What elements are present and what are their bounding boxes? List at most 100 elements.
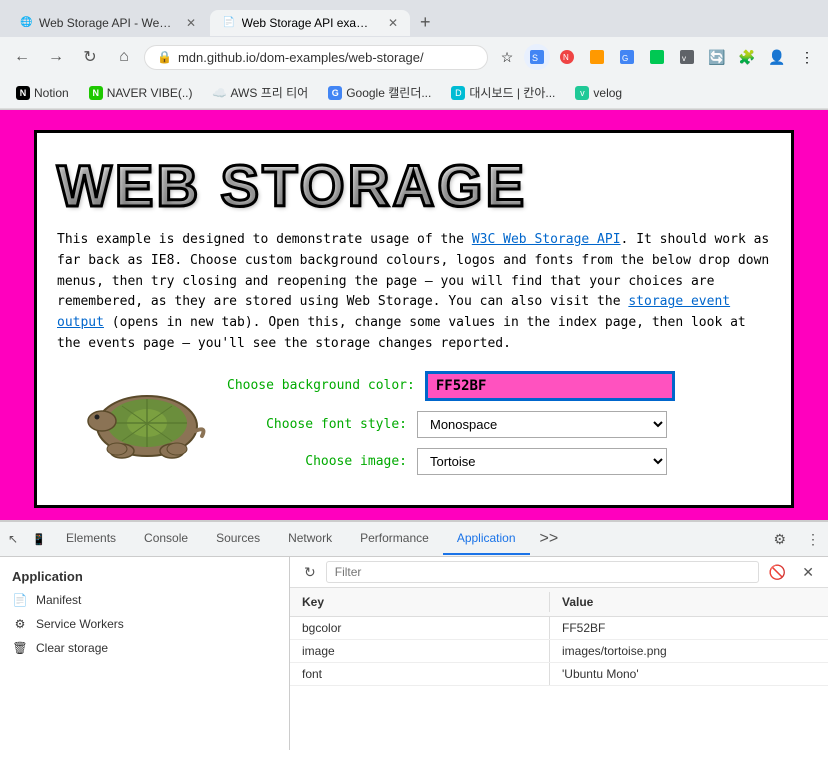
tab1-close[interactable]: ✕ [186,16,196,30]
tab1-favicon: 🌐 [20,16,33,30]
ext2-button[interactable]: N [554,44,580,70]
bookmark-naver[interactable]: N NAVER VIBE(..) [81,83,201,103]
clear-storage-icon: 🗑 [12,640,28,656]
devtools-main: ↻ 🚫 ✕ Key Value bgcolor FF52BF imag [290,557,828,750]
storage-event-link[interactable]: storage event output [57,294,730,330]
bookmark-naver-label: NAVER VIBE(..) [107,86,193,100]
page-content: WEB STORAGE This example is designed to … [0,110,828,520]
bookmark-notion-label: Notion [34,86,69,100]
ext4-button[interactable]: G [614,44,640,70]
extensions-button[interactable]: 🧩 [734,44,760,70]
tab-2[interactable]: 📄 Web Storage API example ✕ [210,10,410,36]
svg-text:G: G [622,54,628,63]
profile-button[interactable]: 👤 [764,44,790,70]
new-tab-button[interactable]: + [412,8,439,37]
col-header-value: Value [550,592,828,612]
bookmark-velog-label: velog [593,86,622,100]
bookmark-google-label: Google 캘린더... [346,84,431,101]
tab-bar: 🌐 Web Storage API - Web A... ✕ 📄 Web Sto… [0,0,828,37]
filter-actions: 🚫 ✕ [763,562,820,583]
star-button[interactable]: ☆ [494,44,520,70]
devtools-device-button[interactable]: 📱 [26,526,52,552]
storage-table: Key Value bgcolor FF52BF image images/to… [290,588,828,750]
devtools-tab-bar: ↖ 📱 Elements Console Sources Network Per… [0,522,828,557]
font-style-row: Choose font style: Monospace Sans-serif … [227,411,771,438]
sidebar-title: Application [0,565,289,588]
bookmark-google[interactable]: G Google 캘린더... [320,81,439,104]
tab-console[interactable]: Console [130,523,202,555]
form-fields: Choose background color: Choose font sty… [227,371,771,485]
tab-1[interactable]: 🌐 Web Storage API - Web A... ✕ [8,10,208,36]
table-header: Key Value [290,588,828,617]
home-button[interactable]: ⌂ [110,43,138,71]
refresh-storage-button[interactable]: ↻ [298,562,322,583]
bookmark-dashboard[interactable]: D 대시보드 | 칸아... [443,81,563,104]
cell-key-font: font [290,663,550,685]
ext5-button[interactable] [644,44,670,70]
sidebar-item-manifest-label: Manifest [36,593,81,607]
bg-color-input[interactable] [425,371,675,401]
block-filter-button[interactable]: 🚫 [763,562,792,583]
cell-value-font: 'Ubuntu Mono' [550,663,828,685]
sidebar-item-service-workers[interactable]: ⚙ Service Workers [0,612,289,636]
reload-button[interactable]: ↻ [76,43,104,71]
devtools-settings-button[interactable]: ⚙ [765,525,794,554]
naver-favicon: N [89,86,103,100]
table-row-bgcolor[interactable]: bgcolor FF52BF [290,617,828,640]
manifest-icon: 📄 [12,592,28,608]
tab-application[interactable]: Application [443,523,530,555]
clear-filter-button[interactable]: ✕ [796,562,820,583]
table-row-image[interactable]: image images/tortoise.png [290,640,828,663]
notion-favicon: N [16,86,30,100]
ext6-button[interactable]: v [674,44,700,70]
bookmark-velog[interactable]: v velog [567,83,630,103]
cell-value-image: images/tortoise.png [550,640,828,662]
tab2-favicon: 📄 [222,16,236,30]
bookmark-notion[interactable]: N Notion [8,83,77,103]
velog-favicon: v [575,86,589,100]
back-button[interactable]: ← [8,43,36,71]
address-text: mdn.github.io/dom-examples/web-storage/ [178,50,475,65]
cell-value-bgcolor: FF52BF [550,617,828,639]
ext1-button[interactable]: S [524,44,550,70]
w3c-link[interactable]: W3C Web Storage API [472,232,621,247]
tab-sources[interactable]: Sources [202,523,274,555]
google-favicon: G [328,86,342,100]
dashboard-favicon: D [451,86,465,100]
font-style-label: Choose font style: [227,417,407,432]
browser-chrome: 🌐 Web Storage API - Web A... ✕ 📄 Web Sto… [0,0,828,110]
page-inner: WEB STORAGE This example is designed to … [34,130,794,508]
ext3-button[interactable] [584,44,610,70]
bookmark-aws[interactable]: ☁️ AWS 프리 티어 [204,81,316,104]
tab-more[interactable]: >> [530,522,569,556]
image-row: Choose image: Tortoise Horse Bicycle [227,448,771,475]
devtools-sidebar: Application 📄 Manifest ⚙ Service Workers… [0,557,290,750]
tortoise-svg [57,371,207,461]
menu-button[interactable]: ⋮ [794,44,820,70]
devtools-more-button[interactable]: ⋮ [798,525,828,554]
nav-bar: ← → ↻ ⌂ 🔒 mdn.github.io/dom-examples/web… [0,37,828,77]
devtools-inspect-button[interactable]: ↖ [0,526,26,552]
service-workers-icon: ⚙ [12,616,28,632]
tab-performance[interactable]: Performance [346,523,443,555]
sidebar-item-clear-storage[interactable]: 🗑 Clear storage [0,636,289,660]
tab2-close[interactable]: ✕ [388,16,398,30]
forward-button[interactable]: → [42,43,70,71]
font-style-select[interactable]: Monospace Sans-serif Serif [417,411,667,438]
tortoise-image [57,371,207,466]
cell-key-image: image [290,640,550,662]
address-bar[interactable]: 🔒 mdn.github.io/dom-examples/web-storage… [144,45,488,70]
image-select[interactable]: Tortoise Horse Bicycle [417,448,667,475]
bookmarks-bar: N Notion N NAVER VIBE(..) ☁️ AWS 프리 티어 G… [0,77,828,109]
col-header-key: Key [290,592,550,612]
tab-network[interactable]: Network [274,523,346,555]
bg-color-label: Choose background color: [227,378,415,393]
devtools-body: Application 📄 Manifest ⚙ Service Workers… [0,557,828,750]
filter-input[interactable] [326,561,759,583]
tab1-title: Web Storage API - Web A... [39,16,176,30]
table-row-font[interactable]: font 'Ubuntu Mono' [290,663,828,686]
devtools-settings-area: ⚙ ⋮ [765,525,828,554]
sidebar-item-manifest[interactable]: 📄 Manifest [0,588,289,612]
tab-elements[interactable]: Elements [52,523,130,555]
sync-button[interactable]: 🔄 [704,44,730,70]
